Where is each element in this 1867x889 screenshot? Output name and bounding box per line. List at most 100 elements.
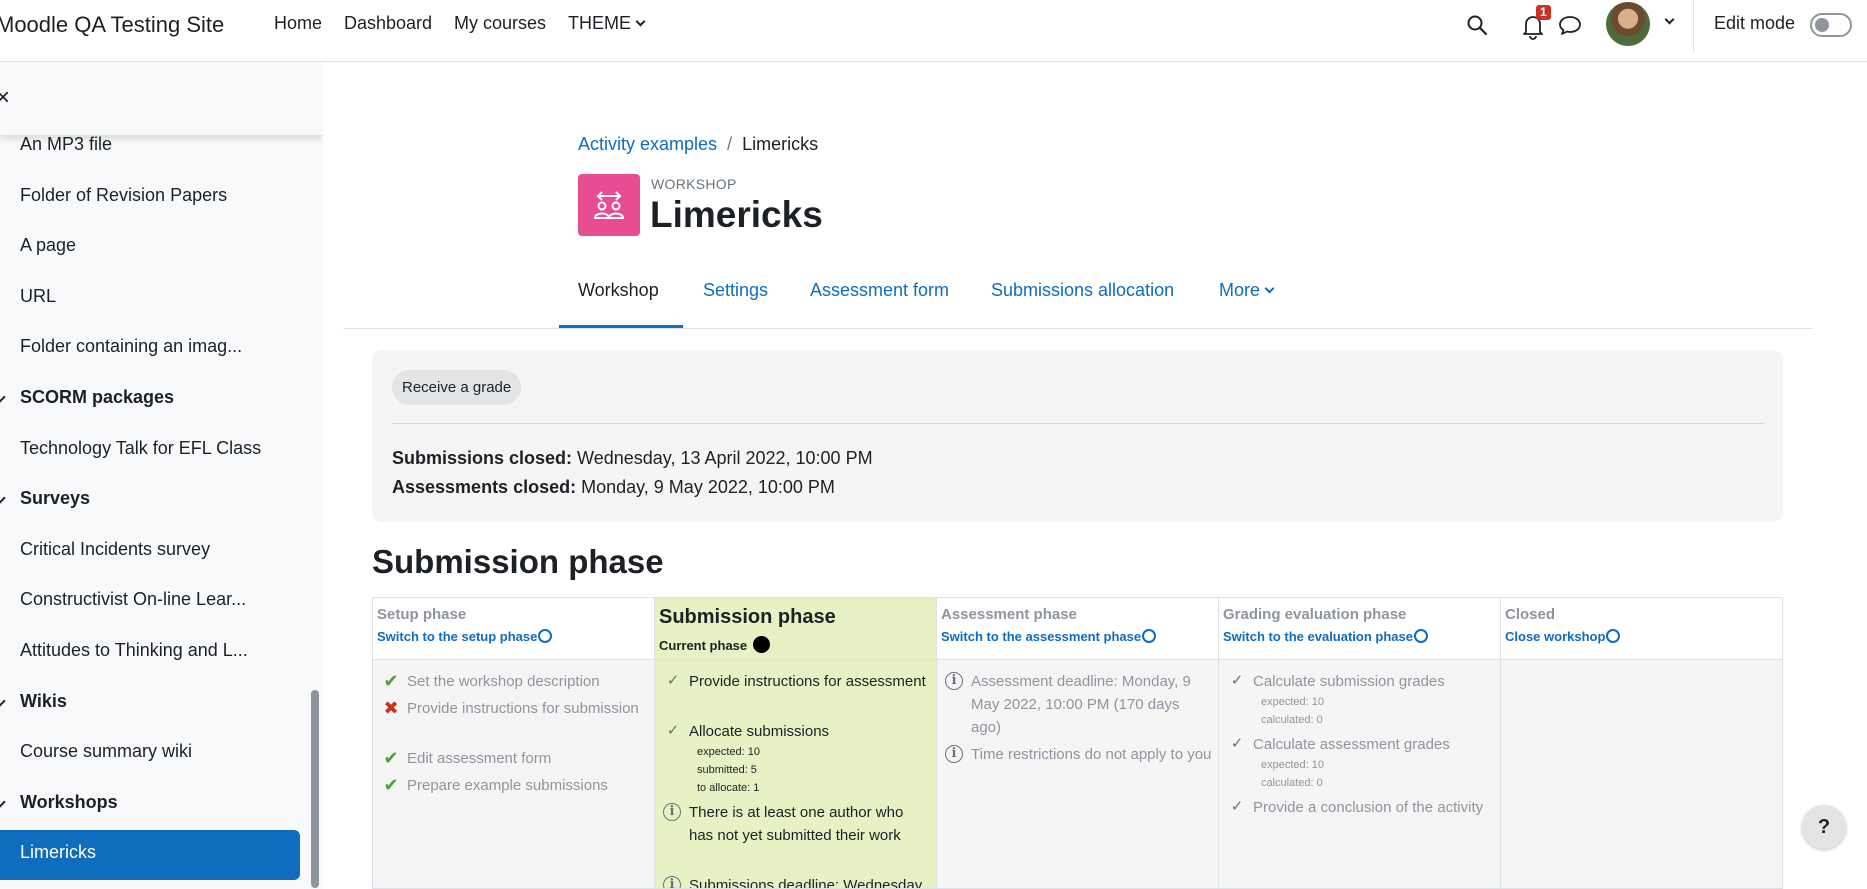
section-chevron-icon[interactable] (0, 694, 6, 707)
drawer-section-wikis[interactable]: Wikis (20, 691, 67, 712)
phase-task: ✓ Provide instructions for assessment (663, 670, 931, 693)
phase-switch-text: Close workshop (1505, 629, 1606, 644)
phase-title: Assessment phase (941, 606, 1077, 623)
drawer-item-folder-of-revision-papers[interactable]: Folder of Revision Papers (20, 185, 227, 206)
task-text: There is at least one author who has not… (689, 804, 904, 844)
drawer-section-scorm-packages[interactable]: SCORM packages (20, 387, 174, 408)
drawer-item-url[interactable]: URL (20, 286, 56, 307)
page-title: Limericks (650, 194, 823, 235)
nav-dashboard[interactable]: Dashboard (344, 13, 432, 34)
drawer-item-an-mp3-file[interactable]: An MP3 file (20, 134, 112, 155)
current-phase-dot-icon (753, 636, 771, 653)
drawer-item-constructivist-on-line-lear[interactable]: Constructivist On-line Lear... (20, 589, 246, 610)
task-text: Provide instructions for submission (407, 700, 639, 717)
phase-tasks: ✓ Provide instructions for assessment ✓ All… (655, 660, 936, 889)
top-navbar: Moodle QA Testing Site Home Dashboard My… (0, 0, 1867, 62)
tab-submissions-allocation[interactable]: Submissions allocation (991, 280, 1174, 301)
switch-phase-link[interactable]: Close workshop (1505, 629, 1621, 644)
check-icon: ✔ (383, 748, 399, 768)
assessments-closed-label: Assessments closed: (392, 477, 577, 497)
task-text: Submissions deadline: Wednesday, 13 Apri… (689, 877, 926, 889)
task-detail: calculated: 0 (1261, 714, 1323, 726)
phase-task: ✓ Provide a conclusion of the activity (1227, 796, 1495, 819)
phase-task: i Time restrictions do not apply to you (945, 743, 1213, 766)
submissions-closed-line: Submissions closed: Wednesday, 13 April … (392, 448, 873, 469)
drawer-header: × (0, 62, 323, 135)
drawer-item-folder-containing-an-imag[interactable]: Folder containing an imag... (20, 336, 242, 357)
close-drawer-icon[interactable]: × (0, 84, 10, 112)
submissions-closed-value: Wednesday, 13 April 2022, 10:00 PM (572, 448, 873, 468)
drawer-scrollbar[interactable] (311, 690, 319, 888)
check-icon: ✔ (383, 775, 399, 795)
section-chevron-icon[interactable] (0, 391, 6, 403)
phase-header: Submission phase Current phase (655, 598, 936, 660)
task-text: Allocate submissions (689, 723, 830, 740)
info-divider (392, 423, 1764, 424)
user-menu-chevron-icon[interactable] (1664, 14, 1675, 25)
task-text: Prepare example submissions (407, 777, 608, 794)
nav-home[interactable]: Home (274, 13, 322, 34)
info-icon: i (945, 745, 963, 763)
info-icon: i (663, 803, 681, 821)
workshop-icon (578, 174, 640, 236)
phase-switch-text: Switch to the setup phase (377, 629, 538, 644)
section-chevron-icon[interactable] (0, 492, 6, 504)
search-icon[interactable] (1466, 14, 1488, 36)
phase-task: ✔ Set the workshop description (381, 670, 649, 693)
receive-grade-badge: Receive a grade (392, 370, 522, 405)
phase-circle-icon (1142, 629, 1157, 643)
task-text: Time restrictions do not apply to you (971, 746, 1212, 763)
drawer-section-workshops[interactable]: Workshops (20, 792, 118, 813)
phase-title: Grading evaluation phase (1223, 606, 1407, 623)
help-button[interactable]: ? (1802, 805, 1846, 849)
drawer-item-a-page[interactable]: A page (20, 235, 76, 256)
phase-tasks: i Assessment deadline: Monday, 9 May 2022… (937, 660, 1218, 888)
section-chevron-icon[interactable] (0, 796, 6, 808)
drawer-item-critical-incidents-survey[interactable]: Critical Incidents survey (20, 539, 210, 560)
task-detail: expected: 10 (1261, 696, 1324, 708)
phase-circle-icon (1413, 629, 1428, 643)
todo-check-icon: ✓ (1230, 672, 1244, 689)
nav-theme-menu[interactable]: THEME (568, 13, 646, 34)
tab-more[interactable]: More (1219, 280, 1275, 301)
todo-check-icon: ✓ (1230, 735, 1244, 752)
breadcrumb-current: Limericks (742, 134, 819, 154)
task-detail: calculated: 0 (1261, 777, 1323, 789)
breadcrumb-separator: / (727, 134, 733, 154)
drawer-item-course-summary-wiki[interactable]: Course summary wiki (20, 741, 192, 762)
switch-phase-link[interactable]: Switch to the setup phase (377, 629, 553, 644)
phase-switch-text: Switch to the assessment phase (941, 629, 1142, 644)
site-name[interactable]: Moodle QA Testing Site (0, 12, 224, 38)
drawer-item-limericks[interactable]: Limericks (0, 830, 300, 880)
check-icon: ✔ (383, 671, 399, 691)
drawer-item-technology-talk-for-efl-class[interactable]: Technology Talk for EFL Class (20, 438, 261, 459)
phase-column-closed: Closed Close workshop (1501, 598, 1782, 888)
submissions-closed-label: Submissions closed: (392, 448, 573, 468)
phase-title: Setup phase (377, 606, 467, 623)
edit-mode-toggle[interactable] (1810, 13, 1852, 37)
tab-workshop[interactable]: Workshop (578, 280, 659, 301)
phase-header: Closed Close workshop (1501, 598, 1782, 660)
breadcrumb-activity-examples[interactable]: Activity examples (578, 134, 717, 154)
drawer-section-surveys[interactable]: Surveys (20, 488, 90, 509)
drawer-item-attitudes-to-thinking-and-l[interactable]: Attitudes to Thinking and L... (20, 640, 248, 661)
tab-settings[interactable]: Settings (703, 280, 768, 301)
tab-assessment-form[interactable]: Assessment form (810, 280, 949, 301)
phase-task: ✓ Calculate assessment grades expected: 10… (1227, 733, 1495, 792)
phase-task: i Submissions deadline: Wednesday, 13 Apr… (663, 874, 931, 889)
chat-icon[interactable] (1558, 14, 1582, 36)
task-detail: to allocate: 1 (697, 782, 760, 794)
notification-badge: 1 (1536, 5, 1551, 20)
info-icon: i (945, 672, 963, 690)
phase-switch-text: Current phase (659, 638, 748, 653)
current-phase-label: Current phase (659, 636, 771, 653)
switch-phase-link[interactable]: Switch to the assessment phase (941, 629, 1157, 644)
nav-my-courses[interactable]: My courses (454, 13, 546, 34)
task-text: Calculate assessment grades (1253, 736, 1450, 753)
task-text: Provide instructions for assessment (689, 673, 926, 690)
switch-phase-link[interactable]: Switch to the evaluation phase (1223, 629, 1428, 644)
tab-more-label: More (1219, 280, 1261, 300)
phase-header: Assessment phase Switch to the assessment… (937, 598, 1218, 660)
breadcrumb: Activity examples / Limericks (578, 134, 818, 155)
user-avatar[interactable] (1606, 2, 1650, 46)
